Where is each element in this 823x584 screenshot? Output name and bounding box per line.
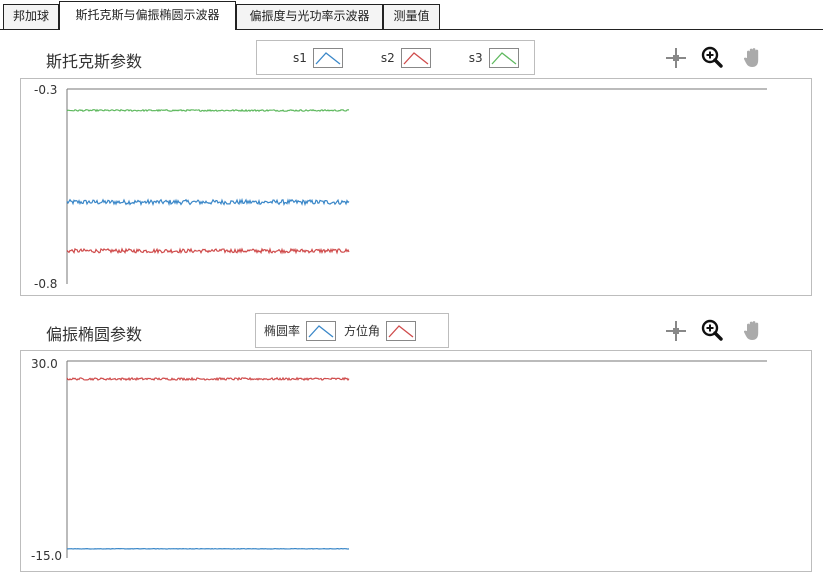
line-sample-icon: [491, 51, 517, 65]
stokes-panel-title: 斯托克斯参数: [46, 52, 143, 71]
ellipse-chart: [66, 360, 767, 558]
tab-dop-power-scope[interactable]: 偏振度与光功率示波器: [236, 4, 383, 29]
line-sample-icon: [388, 324, 414, 338]
line-sample-icon: [403, 51, 429, 65]
legend-swatch-ellipticity: [306, 320, 337, 341]
ellipse-axes: [66, 360, 767, 558]
legend-label-s3: s3: [468, 50, 483, 65]
legend-swatch-s2: [400, 47, 431, 68]
legend-item-s2[interactable]: s2: [380, 47, 431, 68]
ellipse-series-line-2: [66, 376, 350, 382]
legend-label-s2: s2: [380, 50, 395, 65]
tab-poincare-sphere[interactable]: 邦加球: [3, 4, 59, 29]
tab-bar: 邦加球 斯托克斯与偏振椭圆示波器 偏振度与光功率示波器 测量值: [0, 0, 823, 30]
legend-item-s3[interactable]: s3: [468, 47, 519, 68]
legend-label-azimuth: 方位角: [344, 324, 381, 338]
legend-label-s1: s1: [293, 50, 307, 65]
tab-measurements[interactable]: 测量值: [383, 4, 440, 29]
line-sample-icon: [308, 324, 334, 338]
crosshair-icon[interactable]: [665, 47, 687, 69]
stokes-series-line-3: [66, 108, 350, 113]
tab-stokes-ellipse-scope[interactable]: 斯托克斯与偏振椭圆示波器: [59, 1, 236, 30]
pan-hand-icon[interactable]: [742, 319, 764, 341]
legend-swatch-azimuth: [386, 320, 417, 341]
legend-label-ellipticity: 椭圆率: [264, 324, 301, 338]
legend-item-ellipticity[interactable]: 椭圆率: [264, 320, 337, 341]
stokes-axes: [66, 88, 767, 284]
zoom-in-icon[interactable]: [701, 46, 723, 68]
legend-item-azimuth[interactable]: 方位角: [344, 320, 417, 341]
ellipse-panel-title: 偏振椭圆参数: [46, 325, 143, 344]
legend-swatch-s1: [312, 47, 343, 68]
ellipse-legend: 椭圆率 方位角: [255, 313, 449, 348]
legend-item-s1[interactable]: s1: [293, 47, 343, 68]
ellipse-plot-area[interactable]: 30.0 -15.0: [20, 350, 812, 572]
stokes-series-line-1: [66, 197, 350, 207]
line-sample-icon: [315, 51, 341, 65]
stokes-plot-area[interactable]: -0.3 -0.8: [20, 78, 812, 296]
zoom-in-icon[interactable]: [701, 319, 723, 341]
pan-hand-icon[interactable]: [742, 46, 764, 68]
stokes-legend: s1 s2 s3: [256, 40, 535, 75]
crosshair-icon[interactable]: [665, 320, 687, 342]
legend-swatch-s3: [488, 47, 519, 68]
stokes-chart: [66, 88, 767, 284]
stokes-series-line-2: [66, 247, 350, 255]
